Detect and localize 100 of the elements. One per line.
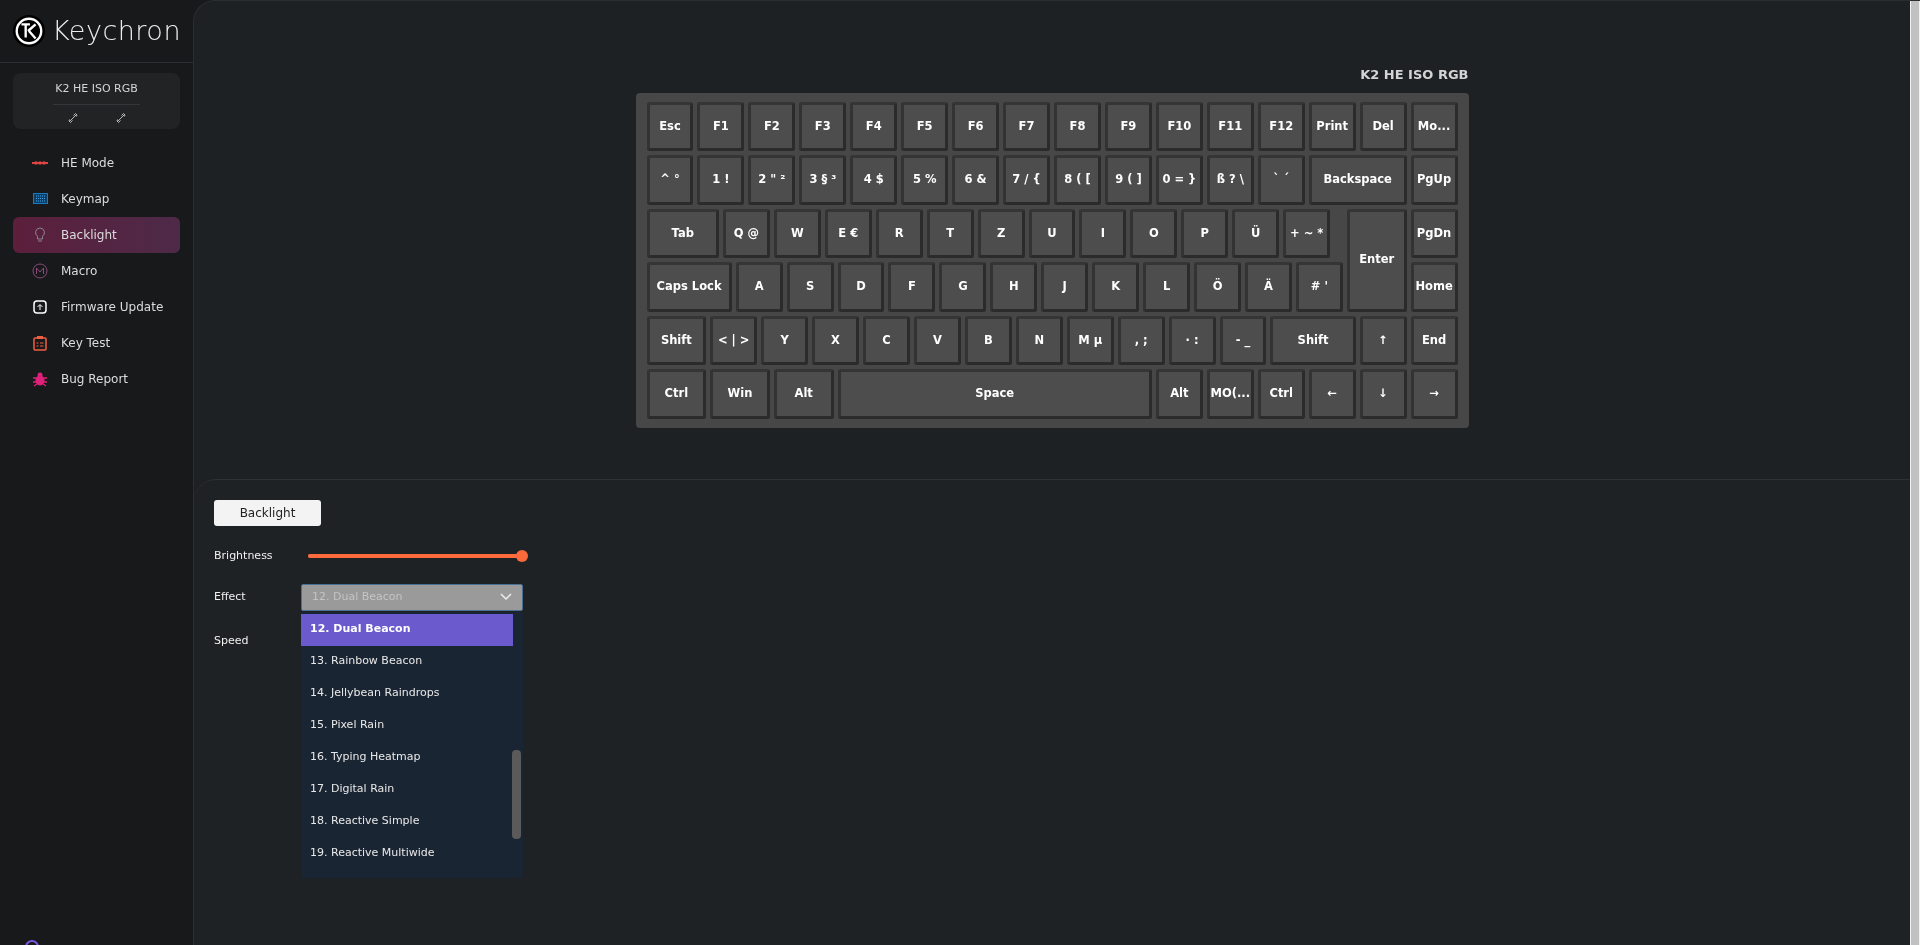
link-icon[interactable] (67, 112, 78, 123)
key[interactable]: ↑ (1359, 315, 1407, 365)
key[interactable]: 5 % (901, 155, 949, 205)
key[interactable]: Space (837, 369, 1152, 419)
key[interactable]: Ctrl (646, 369, 707, 419)
key[interactable]: H (990, 262, 1038, 312)
key[interactable]: Caps Lock (646, 262, 732, 312)
key[interactable]: 9 ( ] (1104, 155, 1152, 205)
scrollbar-thumb[interactable] (1911, 1, 1919, 945)
key[interactable]: I (1079, 208, 1127, 258)
key[interactable]: Ä (1245, 262, 1292, 312)
key[interactable]: T (926, 208, 974, 258)
key[interactable]: 3 § ³ (799, 155, 847, 205)
link-icon[interactable] (115, 112, 126, 123)
key[interactable]: Alt (773, 369, 834, 419)
key[interactable]: F2 (748, 101, 796, 151)
key[interactable]: Home (1410, 262, 1458, 312)
key[interactable]: F5 (901, 101, 949, 151)
key[interactable]: ^ ° (646, 155, 694, 205)
key[interactable]: F8 (1054, 101, 1101, 151)
key[interactable]: E € (824, 208, 872, 258)
key[interactable]: A (735, 262, 783, 312)
key[interactable]: F1 (697, 101, 745, 151)
backlight-tab[interactable]: Backlight (214, 500, 321, 526)
key[interactable]: ` ´ (1257, 155, 1305, 205)
key[interactable]: End (1410, 315, 1458, 365)
key[interactable]: 4 $ (850, 155, 898, 205)
key[interactable]: Mo... (1410, 101, 1458, 151)
key[interactable]: D (837, 262, 885, 312)
key[interactable]: F (888, 262, 936, 312)
key[interactable]: Del (1359, 101, 1407, 151)
key[interactable]: · : (1168, 315, 1216, 365)
effect-option[interactable]: 13. Rainbow Beacon (301, 645, 513, 678)
key[interactable]: R (875, 208, 923, 258)
key[interactable]: Esc (646, 101, 694, 151)
sidebar-item[interactable]: Key Test (13, 324, 180, 361)
key[interactable]: S (786, 262, 834, 312)
scrollbar-thumb[interactable] (512, 749, 521, 839)
effect-option[interactable]: 15. Pixel Rain (301, 709, 513, 742)
key[interactable]: U (1028, 208, 1076, 258)
key[interactable]: Z (977, 208, 1025, 258)
key[interactable]: C (863, 315, 910, 365)
sidebar-item[interactable]: Macro (13, 252, 180, 289)
key[interactable]: P (1181, 208, 1229, 258)
key[interactable]: Y (761, 315, 809, 365)
key[interactable]: + ~ * (1283, 208, 1331, 258)
key[interactable]: M µ (1066, 315, 1114, 365)
key[interactable]: Win (710, 369, 770, 419)
key[interactable]: Enter (1346, 208, 1407, 312)
key[interactable]: MO(... (1206, 369, 1254, 419)
key[interactable]: Shift (1270, 315, 1356, 365)
key[interactable]: Shift (646, 315, 707, 365)
key[interactable]: - _ (1219, 315, 1267, 365)
key[interactable]: X (812, 315, 859, 365)
key[interactable]: ← (1308, 369, 1356, 419)
key[interactable]: F10 (1155, 101, 1203, 151)
key[interactable]: Alt (1155, 369, 1203, 419)
key[interactable]: Print (1308, 101, 1356, 151)
key[interactable]: F9 (1104, 101, 1152, 151)
key[interactable]: F3 (799, 101, 847, 151)
key[interactable]: 7 / { (1003, 155, 1050, 205)
key[interactable]: 6 & (952, 155, 1000, 205)
key[interactable]: O (1130, 208, 1178, 258)
key[interactable]: Tab (646, 208, 719, 258)
key[interactable]: Ü (1232, 208, 1280, 258)
sidebar-item[interactable]: Bug Report (13, 360, 180, 397)
key[interactable]: < | > (710, 315, 758, 365)
key[interactable]: G (939, 262, 987, 312)
slider-thumb[interactable] (516, 550, 528, 563)
key[interactable]: PgUp (1410, 155, 1458, 205)
key[interactable]: F6 (952, 101, 1000, 151)
effect-option[interactable]: 16. Typing Heatmap (301, 741, 513, 774)
key[interactable]: N (1015, 315, 1063, 365)
key[interactable]: Q @ (722, 208, 770, 258)
sidebar-item[interactable]: HE Mode (13, 144, 180, 181)
key[interactable]: Ö (1194, 262, 1241, 312)
key[interactable]: Backspace (1308, 155, 1407, 205)
effect-option[interactable]: 17. Digital Rain (301, 773, 513, 806)
key[interactable]: F11 (1206, 101, 1254, 151)
key[interactable]: ↓ (1359, 369, 1407, 419)
key[interactable]: 2 " ² (748, 155, 796, 205)
key[interactable]: F7 (1003, 101, 1050, 151)
key[interactable]: 1 ! (697, 155, 745, 205)
key[interactable]: Ctrl (1257, 369, 1305, 419)
effect-option[interactable]: 14. Jellybean Raindrops (301, 677, 513, 710)
key[interactable]: B (964, 315, 1012, 365)
effect-option[interactable]: 19. Reactive Multiwide (301, 837, 513, 870)
key[interactable]: F12 (1257, 101, 1305, 151)
key[interactable]: L (1143, 262, 1191, 312)
effect-option[interactable]: 12. Dual Beacon (301, 613, 513, 646)
effect-option[interactable]: 18. Reactive Simple (301, 805, 513, 838)
key[interactable]: , ; (1117, 315, 1165, 365)
key[interactable]: V (913, 315, 961, 365)
key[interactable]: ß ? \ (1206, 155, 1254, 205)
sidebar-item[interactable]: Keymap (13, 180, 180, 217)
key[interactable]: 8 ( [ (1054, 155, 1101, 205)
key[interactable]: W (773, 208, 821, 258)
key[interactable]: F4 (850, 101, 898, 151)
key[interactable]: K (1092, 262, 1140, 312)
key[interactable]: 0 = } (1155, 155, 1203, 205)
